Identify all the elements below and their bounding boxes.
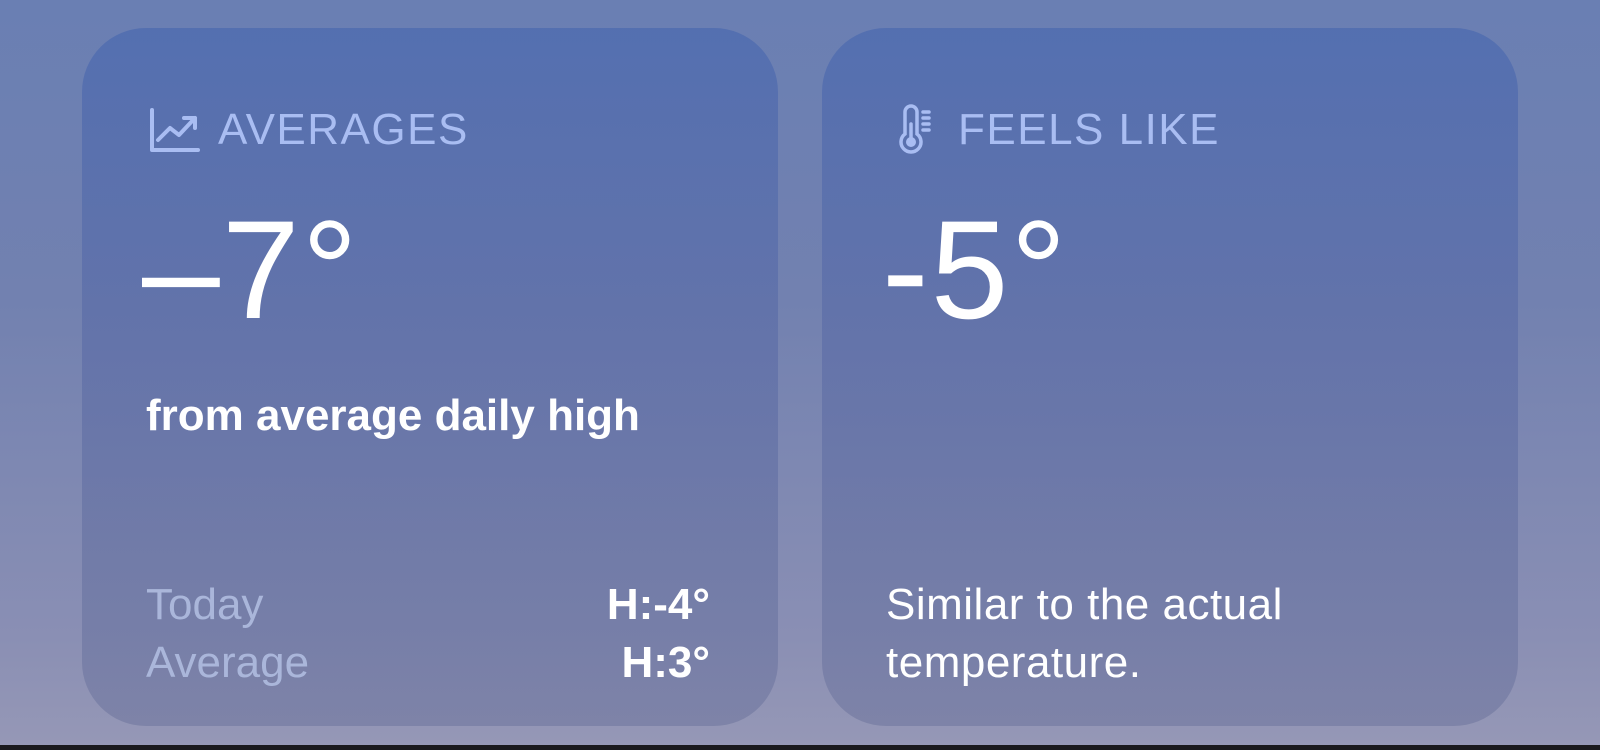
averages-subtitle: from average daily high [146, 391, 640, 440]
thermometer-icon [886, 104, 944, 156]
feels-like-title: FEELS LIKE [958, 105, 1221, 154]
averages-title: AVERAGES [218, 105, 469, 154]
today-row: Today H:-4° [146, 576, 710, 634]
feels-like-description: Similar to the actual temperature. [886, 580, 1283, 687]
chart-line-uptrend-icon [146, 104, 204, 156]
averages-header: AVERAGES [146, 102, 469, 158]
average-label: Average [146, 638, 310, 687]
bottom-edge-divider [0, 745, 1600, 750]
averages-comparison: Today H:-4° Average H:3° [146, 576, 710, 692]
average-row: Average H:3° [146, 634, 710, 692]
average-high-value: H:3° [621, 638, 711, 687]
feels-like-value: -5° [882, 191, 1069, 348]
feels-like-card[interactable]: FEELS LIKE -5° Similar to the actual tem… [822, 28, 1518, 726]
averages-difference-value: –7° [142, 191, 360, 348]
today-high-value: H:-4° [606, 580, 710, 629]
today-label: Today [146, 580, 264, 629]
averages-card[interactable]: AVERAGES –7° from average daily high Tod… [82, 28, 778, 726]
feels-like-header: FEELS LIKE [886, 102, 1220, 158]
